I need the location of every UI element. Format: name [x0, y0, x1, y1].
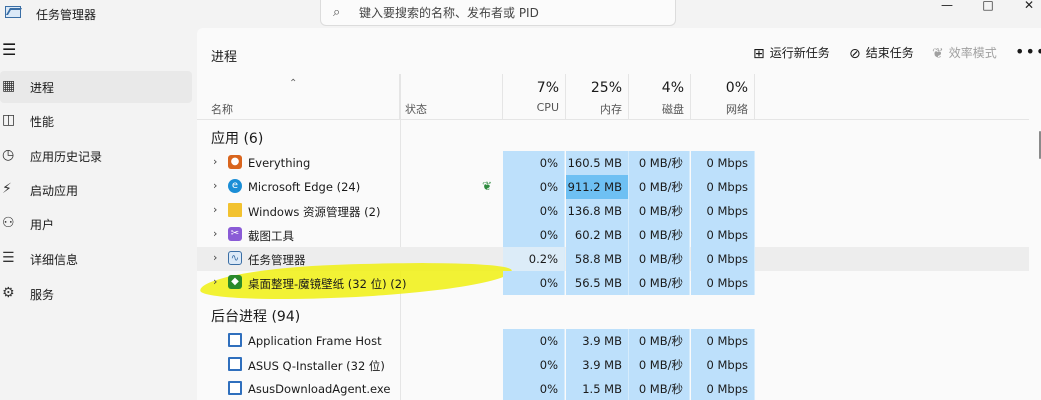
sidebar-item-details[interactable]: ☰ 详细信息 [0, 243, 192, 275]
run-new-task-button[interactable]: ⊞ 运行新任务 [753, 44, 830, 62]
sidebar-item-users[interactable]: ⚇ 用户 [0, 208, 192, 240]
sidebar-item-label: 详细信息 [30, 253, 79, 267]
column-header-disk[interactable]: 4% 磁盘 [629, 74, 691, 119]
column-header-cpu[interactable]: 7% CPU [503, 74, 566, 119]
group-title-apps[interactable]: 应用 (6) [211, 128, 263, 148]
sidebar-item-label: 服务 [30, 288, 55, 302]
column-header-network[interactable]: 0% 网络 [691, 74, 755, 119]
efficiency-leaf-icon: ❦ [482, 179, 493, 193]
search-box[interactable]: ⌕ [320, 0, 676, 26]
efficiency-mode-button[interactable]: ❦ 效率模式 [932, 44, 997, 62]
app-window-icon [228, 357, 242, 371]
header-divider [197, 119, 1029, 120]
end-task-label: 结束任务 [865, 46, 914, 60]
sidebar-item-processes[interactable]: ▦ 进程 [0, 71, 192, 103]
table-row[interactable]: AsusDownloadAgent.exe 0% 1.5 MB 0 MB/秒 0… [197, 377, 1029, 400]
maximize-button[interactable]: □ [965, 0, 1011, 12]
app-window-icon [228, 381, 242, 395]
end-task-button[interactable]: ⊘ 结束任务 [849, 44, 914, 62]
table-row[interactable]: › ✂ 截图工具 0% 60.2 MB 0 MB/秒 0 Mbps [197, 223, 1029, 247]
table-row[interactable]: › ◆ 桌面整理-魔镜壁纸 (32 位) (2) 0% 56.5 MB 0 MB… [197, 271, 1029, 295]
sidebar: ☰ ▦ 进程 ◫ 性能 ◷ 应用历史记录 ⚡ 启动应用 ⚇ 用户 ☰ 详细信息 … [0, 28, 196, 400]
scissors-icon: ✂ [228, 227, 242, 241]
hamburger-menu-icon[interactable]: ☰ [2, 42, 16, 58]
efficiency-mode-label: 效率模式 [948, 46, 997, 60]
run-new-task-label: 运行新任务 [769, 46, 830, 60]
sidebar-item-label: 用户 [30, 218, 55, 232]
edge-icon: e [228, 179, 242, 193]
table-row[interactable]: › e Microsoft Edge (24) ❦ 0% 911.2 MB 0 … [197, 175, 1029, 199]
history-icon: ◷ [2, 147, 15, 163]
chevron-right-icon[interactable]: › [213, 179, 217, 192]
table-row[interactable]: ASUS Q-Installer (32 位) 0% 3.9 MB 0 MB/秒… [197, 353, 1029, 377]
folder-icon [228, 203, 242, 217]
more-options-button[interactable]: ••• [1015, 42, 1041, 61]
cube-icon: ◆ [228, 275, 242, 289]
sort-ascending-icon: ⌃ [289, 78, 298, 89]
new-task-icon: ⊞ [753, 46, 765, 62]
chevron-right-icon[interactable]: › [213, 275, 217, 288]
taskmgr-icon: ∿ [228, 251, 242, 265]
minimize-button[interactable]: — [924, 0, 970, 12]
chevron-right-icon[interactable]: › [213, 203, 217, 216]
startup-icon: ⚡ [2, 181, 12, 197]
sidebar-item-startup[interactable]: ⚡ 启动应用 [0, 174, 192, 206]
chevron-right-icon[interactable]: › [213, 251, 217, 264]
services-icon: ⚙ [2, 285, 15, 301]
chevron-right-icon[interactable]: › [213, 227, 217, 240]
app-title: 任务管理器 [36, 8, 97, 22]
process-icon: ▦ [2, 78, 16, 94]
sidebar-item-services[interactable]: ⚙ 服务 [0, 278, 192, 310]
sidebar-item-label: 进程 [30, 81, 55, 95]
column-header-name[interactable]: ⌃ 名称 [197, 74, 400, 119]
page-title: 进程 [211, 50, 238, 65]
app-window-icon [228, 333, 242, 347]
leaf-icon: ❦ [932, 46, 944, 62]
sidebar-item-performance[interactable]: ◫ 性能 [0, 105, 192, 137]
group-title-background[interactable]: 后台进程 (94) [211, 306, 300, 326]
search-icon: ⌕ [333, 5, 341, 20]
table-row[interactable]: › ● Everything 0% 160.5 MB 0 MB/秒 0 Mbps [197, 151, 1029, 175]
sidebar-item-label: 性能 [30, 115, 55, 129]
sidebar-item-label: 启动应用 [30, 184, 79, 198]
title-bar: 任务管理器 ⌕ — □ ✕ [0, 0, 1041, 28]
close-button[interactable]: ✕ [1006, 0, 1041, 12]
magnifier-icon: ● [228, 155, 242, 169]
chevron-right-icon[interactable]: › [213, 155, 217, 168]
column-header-memory[interactable]: 25% 内存 [566, 74, 629, 119]
sidebar-item-app-history[interactable]: ◷ 应用历史记录 [0, 140, 192, 172]
table-row[interactable]: › Windows 资源管理器 (2) 0% 136.8 MB 0 MB/秒 0… [197, 199, 1029, 223]
users-icon: ⚇ [2, 215, 15, 231]
processes-panel: 进程 ⊞ 运行新任务 ⊘ 结束任务 ❦ 效率模式 ••• ⌃ 名称 状态 7% CPU… [197, 28, 1041, 400]
performance-icon: ◫ [2, 112, 16, 128]
search-input[interactable] [359, 4, 659, 22]
end-task-icon: ⊘ [849, 46, 861, 62]
column-header-status[interactable]: 状态 [400, 74, 503, 119]
sidebar-item-label: 应用历史记录 [30, 150, 103, 164]
task-manager-icon [5, 6, 21, 18]
table-row[interactable]: Application Frame Host 0% 3.9 MB 0 MB/秒 … [197, 329, 1029, 353]
details-icon: ☰ [2, 250, 15, 266]
